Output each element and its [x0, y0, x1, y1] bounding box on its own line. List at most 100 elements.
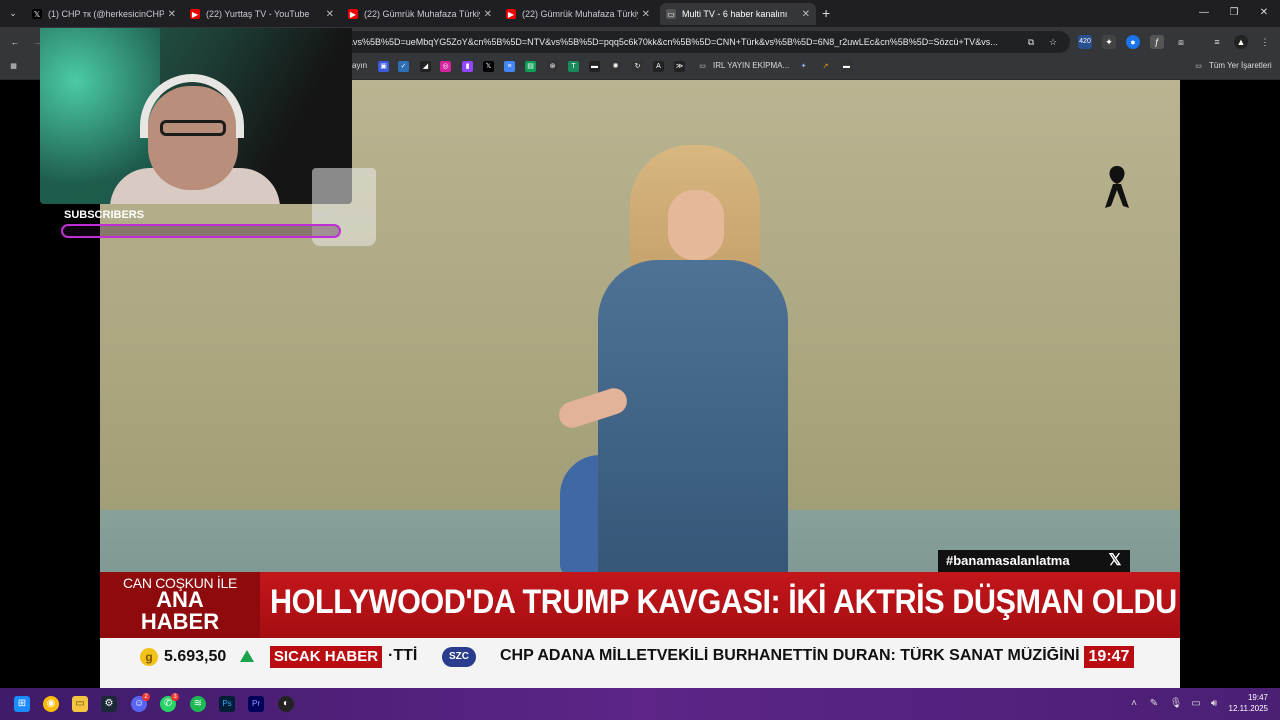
gold-price: 5.693,50	[164, 648, 227, 665]
docs-icon[interactable]: ≡	[504, 61, 515, 72]
tab-title: (22) Yurttaş TV - YouTube	[206, 9, 310, 19]
bookmark-partial[interactable]: ayın	[352, 61, 367, 70]
tray-chevron-icon[interactable]: ˄	[1126, 696, 1142, 712]
profile-avatar[interactable]: ▲	[1234, 35, 1248, 49]
close-tab-icon[interactable]: ✕	[326, 9, 334, 20]
bookmark-icon[interactable]: T	[568, 61, 579, 72]
tab-multi-tv[interactable]: ▭ Multi TV - 6 haber kanalını ✕	[660, 3, 816, 25]
bookmark-icon[interactable]: ▣	[378, 61, 389, 72]
extensions-puzzle-icon[interactable]: ⧈	[1174, 35, 1188, 49]
extension-icon[interactable]: ●	[1126, 35, 1140, 49]
video-person-body	[598, 260, 788, 580]
channel-logo: SZC	[442, 647, 476, 667]
close-tab-icon[interactable]: ✕	[802, 9, 810, 20]
folder-icon[interactable]: ▭	[1193, 61, 1204, 72]
minimize-icon[interactable]: —	[1194, 4, 1214, 22]
bookmark-icon[interactable]: ↗	[820, 61, 831, 72]
bookmark-icon[interactable]: ✓	[398, 61, 409, 72]
tab-gumruk-1[interactable]: ▶ (22) Gümrük Muhafaza Türkiye ✕	[342, 3, 498, 25]
video-person-face	[668, 190, 724, 260]
show-title: ANA HABER	[100, 589, 260, 633]
tv-icon: ▭	[666, 9, 676, 19]
bookmark-icon[interactable]: ✦	[798, 61, 809, 72]
show-logo: CAN COŞKUN İLE ANA HABER	[100, 572, 260, 638]
apps-grid-icon[interactable]: ▦	[8, 61, 19, 72]
ticker-fragment: ·TTİ	[388, 647, 418, 664]
address-bar[interactable]: al&vs%5B%5D=ueMbqYG5ZoY&cn%5B%5D=NTV&vs%…	[300, 31, 1070, 53]
spotify-icon[interactable]: ≋	[190, 696, 206, 712]
close-tab-icon[interactable]: ✕	[642, 9, 650, 20]
close-tab-icon[interactable]: ✕	[168, 9, 176, 20]
premiere-icon[interactable]: Pr	[248, 696, 264, 712]
new-tab-button[interactable]: +	[822, 5, 830, 21]
windows-start-icon[interactable]: ⊞	[14, 696, 30, 712]
youtube-icon: ▶	[348, 9, 358, 19]
hashtag-label: #banamasalanlatma	[938, 550, 1130, 572]
tab-gumruk-2[interactable]: ▶ (22) Gümrük Muhafaza Türkiye ✕	[500, 3, 656, 25]
extension-icon[interactable]: 420	[1078, 35, 1092, 49]
all-bookmarks[interactable]: Tüm Yer İşaretleri	[1209, 61, 1272, 70]
close-tab-icon[interactable]: ✕	[484, 9, 492, 20]
bookmark-star-icon[interactable]: ☆	[1046, 35, 1060, 49]
chrome-icon[interactable]: ◉	[43, 696, 59, 712]
restore-icon[interactable]: ❐	[1224, 4, 1244, 22]
tab-manager-icon[interactable]: ≡	[1210, 35, 1224, 49]
bookmark-icon[interactable]: ◢	[420, 61, 431, 72]
bookmark-icon[interactable]: ✺	[610, 61, 621, 72]
subscribers-count: 0 / 5	[312, 210, 332, 221]
whatsapp-badge: 3	[171, 693, 179, 701]
tray-date[interactable]: 12.11.2025	[1220, 704, 1268, 713]
tab-title: (22) Gümrük Muhafaza Türkiye	[364, 9, 480, 19]
show-title-line2: HABER	[140, 609, 220, 634]
bookmark-icon[interactable]: ▬	[841, 61, 852, 72]
ticker-text: CHP ADANA MİLLETVEKİLİ BURHANETTİN DURAN…	[500, 647, 1080, 664]
gold-coin-icon: g	[140, 648, 158, 666]
news-clock: 19:47	[1084, 646, 1134, 668]
menu-kebab-icon[interactable]: ⋮	[1258, 35, 1272, 49]
tab-chp-x[interactable]: 𝕏 (1) CHP тк (@herkesicinCHP) / X ✕	[26, 3, 182, 25]
bookmark-icon[interactable]: ↻	[632, 61, 643, 72]
youtube-icon: ▶	[190, 9, 200, 19]
webcam-overlay	[40, 28, 352, 204]
tab-yurttas-tv[interactable]: ▶ (22) Yurttaş TV - YouTube ✕	[184, 3, 340, 25]
extension-icon[interactable]: ✦	[1102, 35, 1116, 49]
tray-time[interactable]: 19:47	[1228, 693, 1268, 702]
bookmark-icon[interactable]: A	[653, 61, 664, 72]
bookmark-folder[interactable]: IRL YAYIN EKİPMA...	[713, 61, 789, 70]
cast-icon[interactable]: ⧉	[1024, 35, 1038, 49]
browser-tab-strip: ⌄ 𝕏 (1) CHP тк (@herkesicinCHP) / X ✕ ▶ …	[0, 0, 1280, 27]
subscribers-label: SUBSCRIBERS	[64, 209, 145, 221]
tab-title: (1) CHP тк (@herkesicinCHP) / X	[48, 9, 164, 19]
news-headline: HOLLYWOOD'DA TRUMP KAVGASI: İKİ AKTRİS D…	[270, 583, 1177, 621]
mourning-ribbon-icon	[1105, 166, 1129, 208]
close-window-icon[interactable]: ✕	[1254, 4, 1274, 22]
show-title-line1: ANA	[156, 587, 204, 612]
youtube-icon: ▶	[506, 9, 516, 19]
steam-icon[interactable]: ⚙	[101, 696, 117, 712]
display-icon[interactable]: ▭	[1188, 696, 1204, 712]
x-icon[interactable]: 𝕏	[483, 61, 494, 72]
pen-icon[interactable]: ✎	[1146, 696, 1162, 712]
file-explorer-icon[interactable]: ▭	[72, 696, 88, 712]
folder-icon[interactable]: ▭	[697, 61, 708, 72]
tab-search-icon[interactable]: ⌄	[6, 6, 20, 20]
extension-icon[interactable]: ƒ	[1150, 35, 1164, 49]
price-up-arrow-icon	[240, 650, 254, 662]
bookmark-icon[interactable]: ▬	[589, 61, 600, 72]
webcam-person-glasses	[160, 120, 226, 136]
twitch-icon[interactable]: ▮	[462, 61, 473, 72]
x-icon: 𝕏	[32, 9, 42, 19]
bookmark-icon[interactable]: ≫	[674, 61, 685, 72]
microphone-icon[interactable]: 🎙︎	[1168, 696, 1184, 712]
sheets-icon[interactable]: ▤	[525, 61, 536, 72]
instagram-icon[interactable]: ◎	[440, 61, 451, 72]
obs-icon[interactable]: ◐	[278, 696, 294, 712]
bookmark-icon[interactable]: ⊛	[547, 61, 558, 72]
back-icon[interactable]: ←	[8, 35, 22, 49]
breaking-news-label: SICAK HABER	[270, 646, 382, 668]
subscribers-progress-bar	[61, 224, 341, 238]
x-logo-icon: 𝕏	[1108, 552, 1122, 569]
photoshop-icon[interactable]: Ps	[219, 696, 235, 712]
tab-title: Multi TV - 6 haber kanalını	[682, 9, 788, 19]
url-text: al&vs%5B%5D=ueMbqYG5ZoY&cn%5B%5D=NTV&vs%…	[340, 37, 998, 47]
